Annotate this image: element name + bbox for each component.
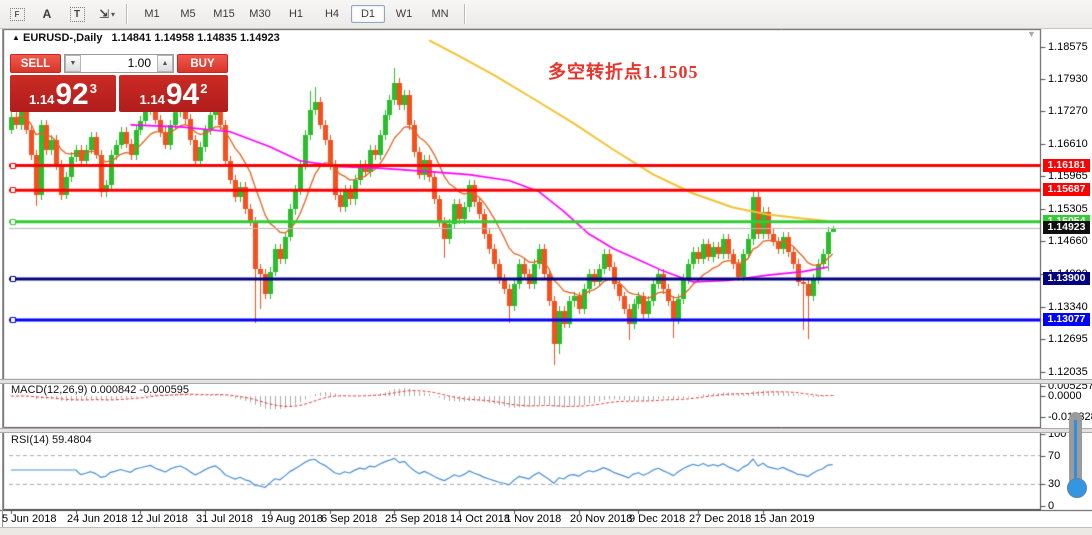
timeframe-button-m5[interactable]: M5 <box>171 5 205 23</box>
volume-increase-button[interactable]: ▲ <box>157 55 173 72</box>
rsi-axis-tick: 0 <box>1048 500 1054 512</box>
text-box-icon[interactable]: T <box>64 2 90 26</box>
date-axis-label: 12 Jul 2018 <box>131 513 188 525</box>
date-axis-label: 27 Dec 2018 <box>689 513 751 525</box>
toolbar: FAT ⇲▾ M1M5M15M30H1H4D1W1MN <box>0 0 1092 29</box>
text-label-icon[interactable]: A <box>34 2 60 26</box>
rsi-label: RSI(14) 59.4804 <box>11 434 92 446</box>
sell-price-display[interactable]: 1.14 92 3 <box>10 75 116 112</box>
timeframe-button-m15[interactable]: M15 <box>207 5 241 23</box>
date-axis-label: 15 Jan 2019 <box>754 513 815 525</box>
toolbar-separator <box>464 4 466 24</box>
cursor-arrows-icon[interactable]: ⇲▾ <box>94 2 120 26</box>
text-box-icon: T <box>70 7 85 22</box>
rsi-axis-tick: 70 <box>1048 450 1060 462</box>
snap-grid-icon: F <box>10 8 25 21</box>
toolbar-separator <box>126 4 128 24</box>
date-axis-label: 9 Dec 2018 <box>629 513 685 525</box>
buy-price-sup: 2 <box>200 81 207 96</box>
date-axis-label: 20 Nov 2018 <box>570 513 632 525</box>
snap-grid-icon[interactable]: F <box>4 2 30 26</box>
chart-annotation-text[interactable]: 多空转折点1.1505 <box>548 58 699 84</box>
price-axis-tick: 1.12695 <box>1048 333 1088 345</box>
date-axis-label: 5 Jun 2018 <box>2 513 56 525</box>
date-axis-label: 19 Aug 2018 <box>261 513 323 525</box>
thermometer-stem <box>1074 420 1077 484</box>
timeframe-button-m30[interactable]: M30 <box>243 5 277 23</box>
price-axis-tick: 1.12035 <box>1048 366 1088 378</box>
price-axis-tick: 1.13340 <box>1048 301 1088 313</box>
scroll-to-end-icon[interactable]: ▼ <box>1027 29 1036 39</box>
macd-axis-tick: 0.0000 <box>1048 390 1082 402</box>
sell-price-big: 92 <box>55 80 88 110</box>
sell-price-prefix: 1.14 <box>29 92 54 107</box>
symbol-period-label: EURUSD-,Daily <box>23 32 102 44</box>
thermometer-bulb <box>1067 478 1087 498</box>
dropdown-caret-icon[interactable]: ▾ <box>111 10 115 19</box>
mt4-terminal: FAT ⇲▾ M1M5M15M30H1H4D1W1MN ▲ EURUSD-,Dai… <box>0 0 1092 535</box>
timeframe-button-mn[interactable]: MN <box>423 5 457 23</box>
timeframe-button-h1[interactable]: H1 <box>279 5 313 23</box>
rsi-axis-tick: 30 <box>1048 478 1060 490</box>
timeframe-button-w1[interactable]: W1 <box>387 5 421 23</box>
price-axis-tick: 1.15305 <box>1048 203 1088 215</box>
one-click-trade-panel: SELL ▼ 1.00 ▲ BUY 1.14 92 3 1.14 94 2 <box>10 54 228 112</box>
price-axis-tick: 1.18575 <box>1048 41 1088 53</box>
price-badge: 1.13900 <box>1043 272 1090 285</box>
buy-button[interactable]: BUY <box>177 54 228 73</box>
status-bar <box>0 527 1092 535</box>
timeframe-group: M1M5M15M30H1H4D1W1MN <box>134 5 458 23</box>
price-badge: 1.16181 <box>1043 159 1090 172</box>
date-axis-label: 31 Jul 2018 <box>196 513 253 525</box>
sell-button[interactable]: SELL <box>10 54 61 73</box>
date-axis-label: 14 Oct 2018 <box>450 513 510 525</box>
date-axis-label: 25 Sep 2018 <box>385 513 447 525</box>
price-axis-tick: 1.16610 <box>1048 138 1088 150</box>
date-axis-label: 1 Nov 2018 <box>505 513 561 525</box>
price-badge: 1.14923 <box>1043 221 1090 234</box>
price-axis-tick: 1.17930 <box>1048 73 1088 85</box>
window-border <box>2 29 3 527</box>
price-axis-tick: 1.14660 <box>1048 235 1088 247</box>
chart-title: ▲ EURUSD-,Daily 1.14841 1.14958 1.14835 … <box>12 32 280 44</box>
buy-price-display[interactable]: 1.14 94 2 <box>119 75 228 112</box>
price-badge: 1.13077 <box>1043 313 1090 326</box>
volume-stepper: ▼ 1.00 ▲ <box>64 54 174 73</box>
buy-price-big: 94 <box>166 80 199 110</box>
sell-price-sup: 3 <box>90 81 97 96</box>
price-badge: 1.15687 <box>1043 183 1090 196</box>
macd-label: MACD(12,26,9) 0.000842 -0.000595 <box>11 384 189 396</box>
buy-price-prefix: 1.14 <box>140 92 165 107</box>
ohlc-readout: 1.14841 1.14958 1.14835 1.14923 <box>112 32 280 44</box>
pane-splitter[interactable] <box>0 428 1092 433</box>
collapse-trade-panel-icon[interactable]: ▲ <box>12 33 20 42</box>
date-axis-label: 6 Sep 2018 <box>321 513 377 525</box>
timeframe-button-m1[interactable]: M1 <box>135 5 169 23</box>
thermometer-icon <box>1066 412 1086 498</box>
timeframe-button-h4[interactable]: H4 <box>315 5 349 23</box>
price-axis-tick: 1.17270 <box>1048 105 1088 117</box>
volume-input[interactable]: 1.00 <box>81 55 157 72</box>
date-axis-label: 24 Jun 2018 <box>67 513 128 525</box>
volume-decrease-button[interactable]: ▼ <box>65 55 81 72</box>
timeframe-button-d1[interactable]: D1 <box>351 5 385 23</box>
